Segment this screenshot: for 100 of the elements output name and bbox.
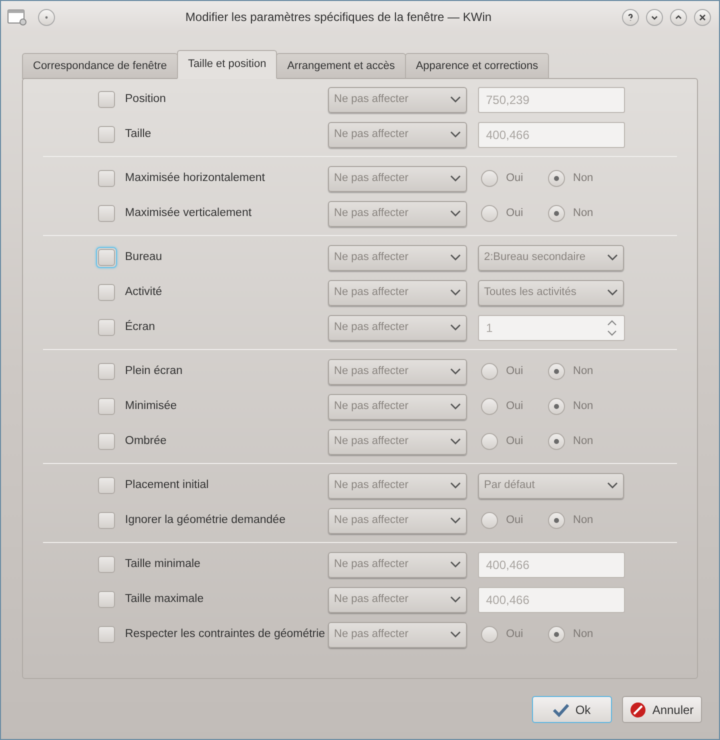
- dropdown[interactable]: Ne pas affecter: [328, 86, 467, 112]
- checkbox[interactable]: [98, 556, 115, 573]
- chevron-down-icon: [450, 403, 461, 410]
- dropdown[interactable]: Toutes les activités: [478, 280, 624, 306]
- tab[interactable]: Correspondance de fenêtre: [22, 53, 178, 79]
- dropdown[interactable]: Ne pas affecter: [328, 508, 467, 534]
- dropdown[interactable]: Ne pas affecter: [328, 314, 467, 340]
- spin-box[interactable]: 1: [478, 314, 625, 340]
- radio-button[interactable]: [548, 363, 565, 380]
- window-title: Modifier les paramètres spécifiques de la fenêtre — KWin: [184, 9, 493, 26]
- dropdown[interactable]: Ne pas affecter: [328, 200, 467, 226]
- radio-label: Non: [573, 364, 594, 380]
- chevron-down-icon: [450, 324, 461, 331]
- input-field[interactable]: 400,466: [478, 552, 625, 578]
- radio-label: Non: [573, 434, 594, 450]
- chevron-down-icon: [450, 631, 461, 638]
- spin-arrows-icon[interactable]: [607, 318, 617, 336]
- checkbox[interactable]: [98, 363, 115, 380]
- minimize-icon[interactable]: [646, 8, 663, 26]
- chevron-down-icon: [450, 438, 461, 445]
- radio-button[interactable]: [481, 205, 498, 222]
- chevron-down-icon: [450, 210, 461, 217]
- checkbox[interactable]: [98, 91, 115, 108]
- option-label: Plein écran: [125, 364, 184, 379]
- radio-button[interactable]: [548, 626, 565, 643]
- option-label: Position: [125, 92, 167, 107]
- option-label: Écran: [125, 319, 156, 335]
- window-icon[interactable]: [7, 8, 27, 26]
- radio-label: Oui: [506, 627, 524, 642]
- checkbox[interactable]: [98, 319, 115, 336]
- dropdown[interactable]: Ne pas affecter: [328, 244, 467, 270]
- dropdown[interactable]: Ne pas affecter: [328, 394, 467, 420]
- checkbox[interactable]: [98, 126, 115, 143]
- radio-button[interactable]: [481, 363, 498, 380]
- checkbox[interactable]: [98, 170, 115, 187]
- radio-button[interactable]: [481, 626, 498, 643]
- radio-label: Oui: [506, 513, 524, 528]
- cancel-button[interactable]: Annuler: [622, 696, 702, 723]
- option-label: Taille: [125, 126, 152, 142]
- radio-label: Oui: [506, 206, 524, 222]
- radio-label: Non: [573, 206, 594, 222]
- dropdown[interactable]: Ne pas affecter: [328, 622, 467, 648]
- checkbox[interactable]: [98, 626, 115, 643]
- tab[interactable]: Arrangement et accès: [276, 53, 406, 79]
- radio-button[interactable]: [548, 170, 565, 187]
- dropdown[interactable]: Ne pas affecter: [328, 122, 467, 148]
- option-label: Bureau: [125, 250, 164, 265]
- option-label: Respecter les contraintes de géométrie: [125, 626, 326, 642]
- radio-button[interactable]: [481, 170, 498, 187]
- maximize-icon[interactable]: [670, 8, 687, 26]
- radio-button[interactable]: [548, 398, 565, 415]
- input-field[interactable]: 750,239: [478, 86, 625, 112]
- tab[interactable]: Taille et position: [176, 50, 278, 79]
- option-label: Ignorer la géométrie demandée: [125, 512, 286, 528]
- option-label: Activité: [125, 284, 164, 300]
- close-icon[interactable]: [694, 8, 711, 26]
- forbidden-icon: [630, 702, 646, 718]
- option-label: Taille maximale: [125, 592, 205, 607]
- input-field[interactable]: 400,466: [478, 586, 625, 612]
- radio-label: Oui: [506, 399, 524, 414]
- option-label: Placement initial: [125, 478, 210, 493]
- input-field[interactable]: 400,466: [478, 122, 625, 148]
- chevron-down-icon: [450, 561, 461, 568]
- tab[interactable]: Apparence et corrections: [404, 53, 550, 79]
- checkbox[interactable]: [98, 284, 115, 301]
- checkbox[interactable]: [98, 205, 115, 222]
- dropdown[interactable]: Ne pas affecter: [328, 586, 467, 612]
- dropdown[interactable]: Ne pas affecter: [328, 428, 467, 454]
- dropdown[interactable]: Ne pas affecter: [328, 552, 467, 578]
- radio-button[interactable]: [481, 398, 498, 415]
- pin-icon[interactable]: [38, 8, 55, 26]
- checkbox[interactable]: [98, 591, 115, 608]
- chevron-down-icon: [450, 131, 461, 138]
- radio-label: Oui: [506, 434, 524, 450]
- checkbox[interactable]: [98, 398, 115, 415]
- radio-label: Non: [573, 513, 594, 528]
- checkbox[interactable]: [98, 433, 115, 450]
- chevron-down-icon: [450, 596, 461, 603]
- chevron-down-icon: [607, 482, 618, 489]
- option-label: Maximisée verticalement: [125, 206, 253, 221]
- chevron-down-icon: [450, 96, 461, 103]
- radio-button[interactable]: [481, 512, 498, 529]
- radio-button[interactable]: [548, 205, 565, 222]
- dropdown[interactable]: Ne pas affecter: [328, 358, 467, 384]
- dropdown[interactable]: Par défaut: [478, 472, 624, 498]
- radio-label: Non: [573, 399, 594, 414]
- radio-button[interactable]: [481, 433, 498, 450]
- radio-button[interactable]: [548, 512, 565, 529]
- chevron-down-icon: [607, 289, 618, 296]
- ok-button[interactable]: Ok: [532, 696, 612, 723]
- checkbox[interactable]: [98, 477, 115, 494]
- checkbox[interactable]: [98, 512, 115, 529]
- radio-button[interactable]: [548, 433, 565, 450]
- dropdown[interactable]: Ne pas affecter: [328, 472, 467, 498]
- option-label: Taille minimale: [125, 556, 202, 572]
- dropdown[interactable]: Ne pas affecter: [328, 280, 467, 306]
- dropdown[interactable]: 2:Bureau secondaire: [478, 244, 624, 270]
- help-icon[interactable]: [622, 8, 639, 26]
- dropdown[interactable]: Ne pas affecter: [328, 166, 467, 192]
- chevron-down-icon: [607, 254, 618, 261]
